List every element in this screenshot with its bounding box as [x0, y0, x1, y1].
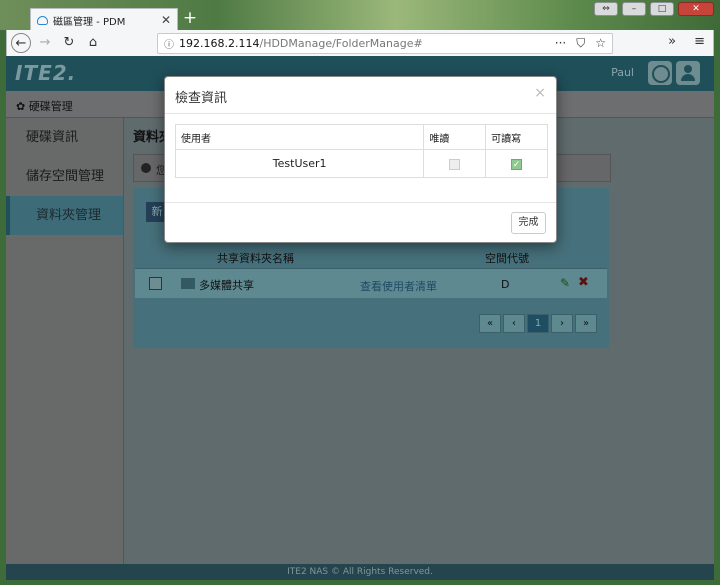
sidebar-item-folder-manage[interactable]: 資料夾管理 [6, 196, 123, 235]
page-actions-icon[interactable]: ··· [555, 36, 566, 51]
column-header-quota: 空間代號 [485, 252, 529, 265]
url-host: 192.168.2.114 [179, 37, 260, 50]
logo: ITE2. [15, 61, 77, 85]
dialog-header: 檢查資訊 × [165, 77, 556, 114]
column-header-name: 共享資料夾名稱 [217, 252, 294, 265]
column-header-user: 使用者 [174, 124, 425, 150]
dialog-title: 檢查資訊 [175, 91, 228, 106]
menu-icon[interactable]: ≡ [694, 34, 705, 49]
dialog-footer: 完成 [165, 202, 556, 243]
edit-pencil-icon[interactable]: ✎ [560, 276, 570, 290]
permission-table: 使用者 唯讀 可讀寫 TestUser1 ✓ [174, 124, 548, 178]
close-icon[interactable]: × [534, 85, 546, 101]
sidebar-item-storage[interactable]: 儲存空間管理 [6, 157, 123, 196]
new-tab-button[interactable]: + [181, 8, 199, 28]
pocket-icon[interactable]: ⛉ [576, 36, 585, 51]
forward-icon[interactable]: → [35, 33, 55, 53]
overflow-icon[interactable]: » [668, 34, 676, 49]
pagination: « ‹ 1 › » [479, 314, 597, 333]
read-write-checkbox[interactable]: ✓ [511, 158, 523, 170]
view-users-link[interactable]: 查看使用者清單 [360, 278, 437, 294]
read-only-checkbox[interactable] [449, 158, 461, 170]
user-name-cell: TestUser1 [174, 149, 425, 178]
close-window-icon[interactable]: ✕ [678, 2, 714, 16]
globe-icon[interactable] [648, 61, 672, 85]
tab-close-icon[interactable]: ✕ [161, 13, 171, 27]
user-name: Paul [611, 66, 634, 79]
restore-icon[interactable]: ⇔ [594, 2, 618, 16]
info-icon[interactable]: ⓘ [164, 36, 174, 51]
maximize-icon[interactable]: □ [650, 2, 674, 16]
browser-toolbar: ← → ↻ ⌂ ⓘ 192.168.2.114 /HDDManage/Folde… [6, 30, 714, 56]
quota-code: D [501, 278, 510, 291]
table-row: 多媒體共享 查看使用者清單 D ✎ ✖ [135, 268, 607, 298]
url-bar[interactable]: ⓘ 192.168.2.114 /HDDManage/FolderManage#… [157, 33, 613, 54]
cloud-icon [37, 15, 48, 25]
permission-dialog: 檢查資訊 × 使用者 唯讀 可讀寫 TestUser1 ✓ 完成 [164, 76, 557, 243]
folder-icon [181, 278, 195, 289]
footer: ITE2 NAS © All Rights Reserved. [6, 564, 714, 580]
browser-titlebar: 磁區管理 - PDM ✕ + ⇔ – □ ✕ [0, 0, 720, 31]
home-icon[interactable]: ⌂ [83, 33, 103, 53]
column-header-read-write: 可讀寫 [485, 124, 548, 150]
info-icon [141, 163, 151, 173]
column-header-read-only: 唯讀 [423, 124, 487, 150]
tab-title: 磁區管理 - PDM [53, 16, 126, 28]
first-page-button[interactable]: « [479, 314, 501, 333]
user-icon[interactable] [676, 61, 700, 85]
table-row: TestUser1 ✓ [174, 149, 548, 178]
next-page-button[interactable]: › [551, 314, 573, 333]
bookmark-star-icon[interactable]: ☆ [595, 36, 606, 51]
breadcrumb: ✿ 硬碟管理 [16, 100, 73, 113]
row-checkbox[interactable] [149, 277, 162, 290]
read-write-cell: ✓ [485, 149, 548, 178]
read-only-cell [423, 149, 487, 178]
delete-x-icon[interactable]: ✖ [578, 275, 589, 290]
last-page-button[interactable]: » [575, 314, 597, 333]
sidebar: 硬碟資訊 儲存空間管理 資料夾管理 [6, 118, 124, 564]
sidebar-item-disk-info[interactable]: 硬碟資訊 [6, 118, 123, 157]
minimize-icon[interactable]: – [622, 2, 646, 16]
reload-icon[interactable]: ↻ [59, 33, 79, 53]
page-1-button[interactable]: 1 [527, 314, 549, 333]
window-controls: ⇔ – □ ✕ [594, 2, 714, 16]
back-icon[interactable]: ← [11, 33, 31, 53]
dialog-body: 使用者 唯讀 可讀寫 TestUser1 ✓ [174, 124, 548, 178]
url-path: /HDDManage/FolderManage# [259, 37, 423, 50]
done-button[interactable]: 完成 [511, 212, 546, 234]
browser-tab[interactable]: 磁區管理 - PDM ✕ [30, 8, 178, 31]
folder-name: 多媒體共享 [199, 279, 254, 292]
prev-page-button[interactable]: ‹ [503, 314, 525, 333]
